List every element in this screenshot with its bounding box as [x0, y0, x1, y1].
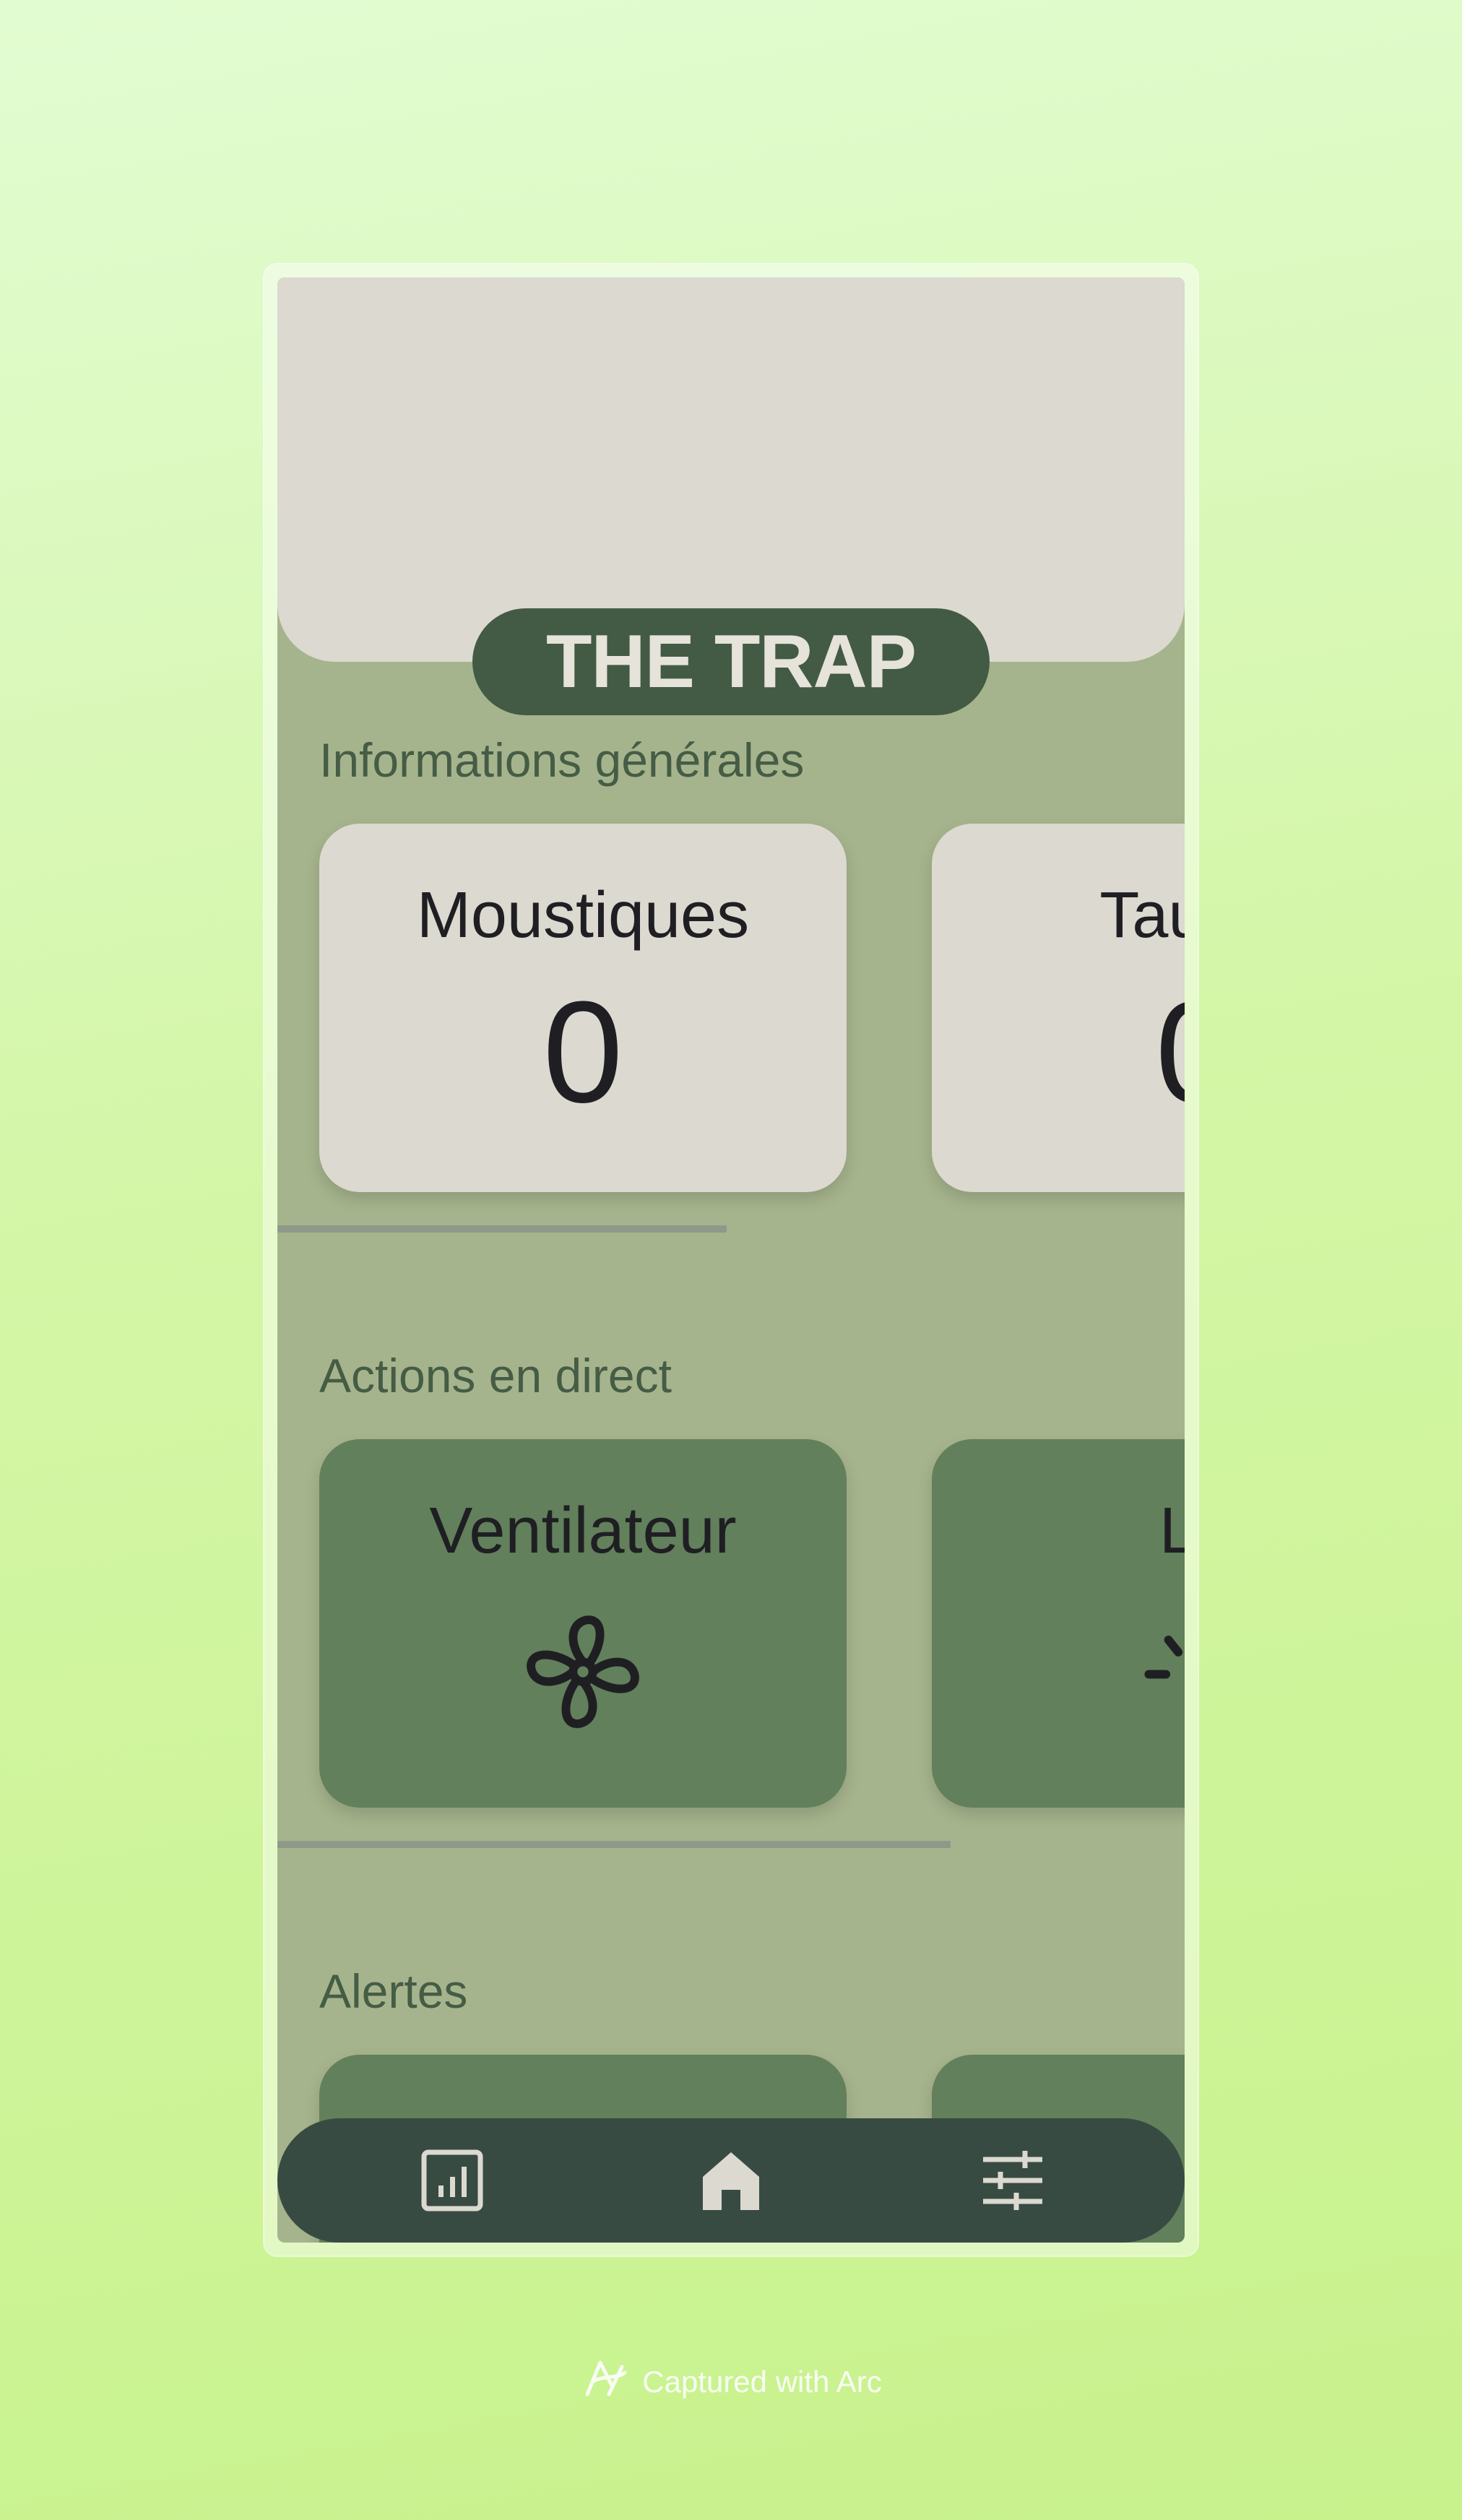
capture-footer-text: Captured with Arc [642, 2365, 882, 2399]
card-label: Moustiques [416, 879, 750, 952]
card-value: 0 [1155, 980, 1185, 1125]
app-screen: THE TRAP Informations générales Moustiqu… [277, 277, 1185, 2243]
app-window-frame: THE TRAP Informations générales Moustiqu… [264, 264, 1198, 2256]
section-title-info: Informations générales [319, 733, 805, 787]
info-card-taux[interactable]: Taux d 0 [932, 824, 1185, 1192]
stats-icon[interactable] [418, 2146, 487, 2215]
section-title-actions: Actions en direct [319, 1349, 672, 1402]
card-label: Taux d [1099, 879, 1185, 952]
header-banner [277, 277, 1185, 662]
app-title: THE TRAP [472, 608, 990, 715]
card-label: Ventilateur [429, 1495, 737, 1567]
actions-scrollbar[interactable] [277, 1841, 951, 1848]
card-label: Le [1159, 1495, 1185, 1567]
info-scrollbar[interactable] [277, 1225, 727, 1233]
fan-icon [522, 1610, 644, 1737]
bottom-nav [277, 2118, 1185, 2243]
arc-logo-icon [580, 2357, 631, 2407]
action-card-ventilateur[interactable]: Ventilateur [319, 1439, 847, 1808]
settings-sliders-icon[interactable] [978, 2146, 1047, 2215]
action-card-lumiere[interactable]: Le [932, 1439, 1185, 1808]
section-title-alerts: Alertes [319, 1964, 468, 2018]
light-icon [1134, 1610, 1185, 1737]
home-icon[interactable] [696, 2146, 766, 2215]
card-value: 0 [542, 972, 623, 1133]
capture-footer: Captured with Arc [0, 2357, 1462, 2407]
info-card-moustiques[interactable]: Moustiques 0 [319, 824, 847, 1192]
